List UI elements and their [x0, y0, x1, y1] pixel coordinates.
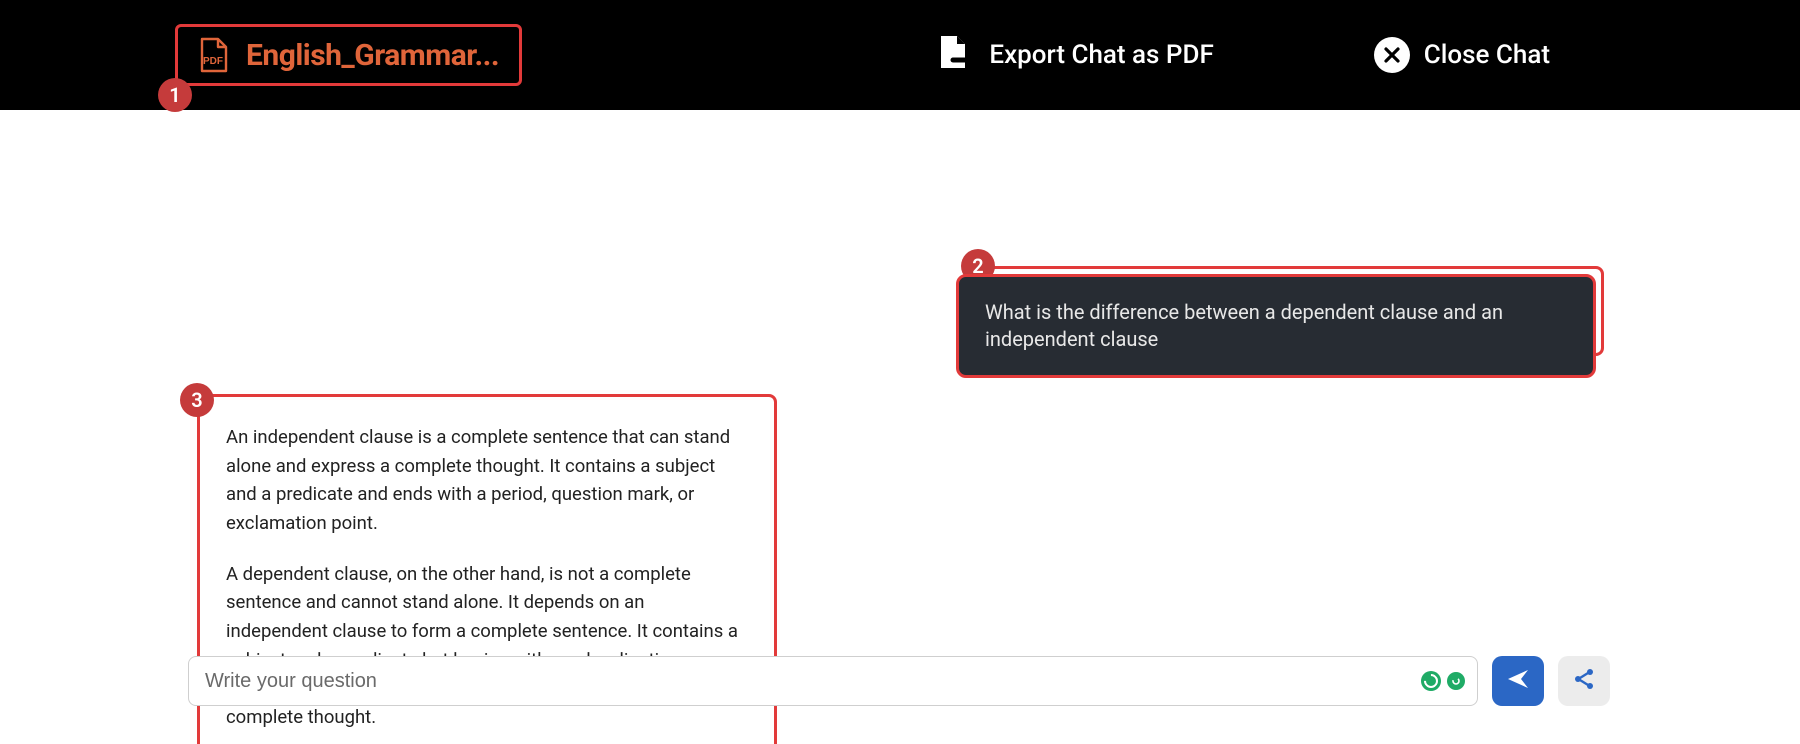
send-button[interactable]	[1492, 656, 1544, 706]
close-chat-button[interactable]: Close Chat	[1374, 37, 1550, 73]
export-chat-label: Export Chat as PDF	[989, 40, 1213, 70]
message-input[interactable]	[189, 657, 1477, 705]
grammarly-secondary-icon[interactable]	[1447, 672, 1465, 690]
message-input-wrap[interactable]	[188, 656, 1478, 706]
export-chat-button[interactable]: Export Chat as PDF	[935, 34, 1213, 77]
chat-area: 2 What is the difference between a depen…	[0, 110, 1800, 744]
app-root: PDF English_Grammar... Export Chat as PD…	[0, 0, 1800, 744]
close-chat-label: Close Chat	[1424, 40, 1550, 70]
export-page-icon	[935, 34, 975, 77]
svg-text:PDF: PDF	[203, 56, 223, 67]
highlight-badge-3: 3	[180, 383, 214, 417]
user-message-bubble: What is the difference between a depende…	[956, 274, 1596, 378]
close-x-icon	[1374, 37, 1410, 73]
message-composer	[188, 656, 1610, 706]
send-icon	[1505, 666, 1531, 696]
grammarly-icon[interactable]	[1421, 671, 1441, 691]
assistant-paragraph-1: An independent clause is a complete sent…	[226, 423, 748, 538]
share-button[interactable]	[1558, 656, 1610, 706]
share-icon	[1571, 666, 1597, 696]
app-header: PDF English_Grammar... Export Chat as PD…	[0, 0, 1800, 110]
user-message-text: What is the difference between a depende…	[985, 300, 1503, 351]
active-pdf-title: English_Grammar...	[246, 38, 499, 73]
pdf-file-icon: PDF	[198, 37, 228, 73]
active-pdf-chip[interactable]: PDF English_Grammar...	[175, 24, 522, 86]
